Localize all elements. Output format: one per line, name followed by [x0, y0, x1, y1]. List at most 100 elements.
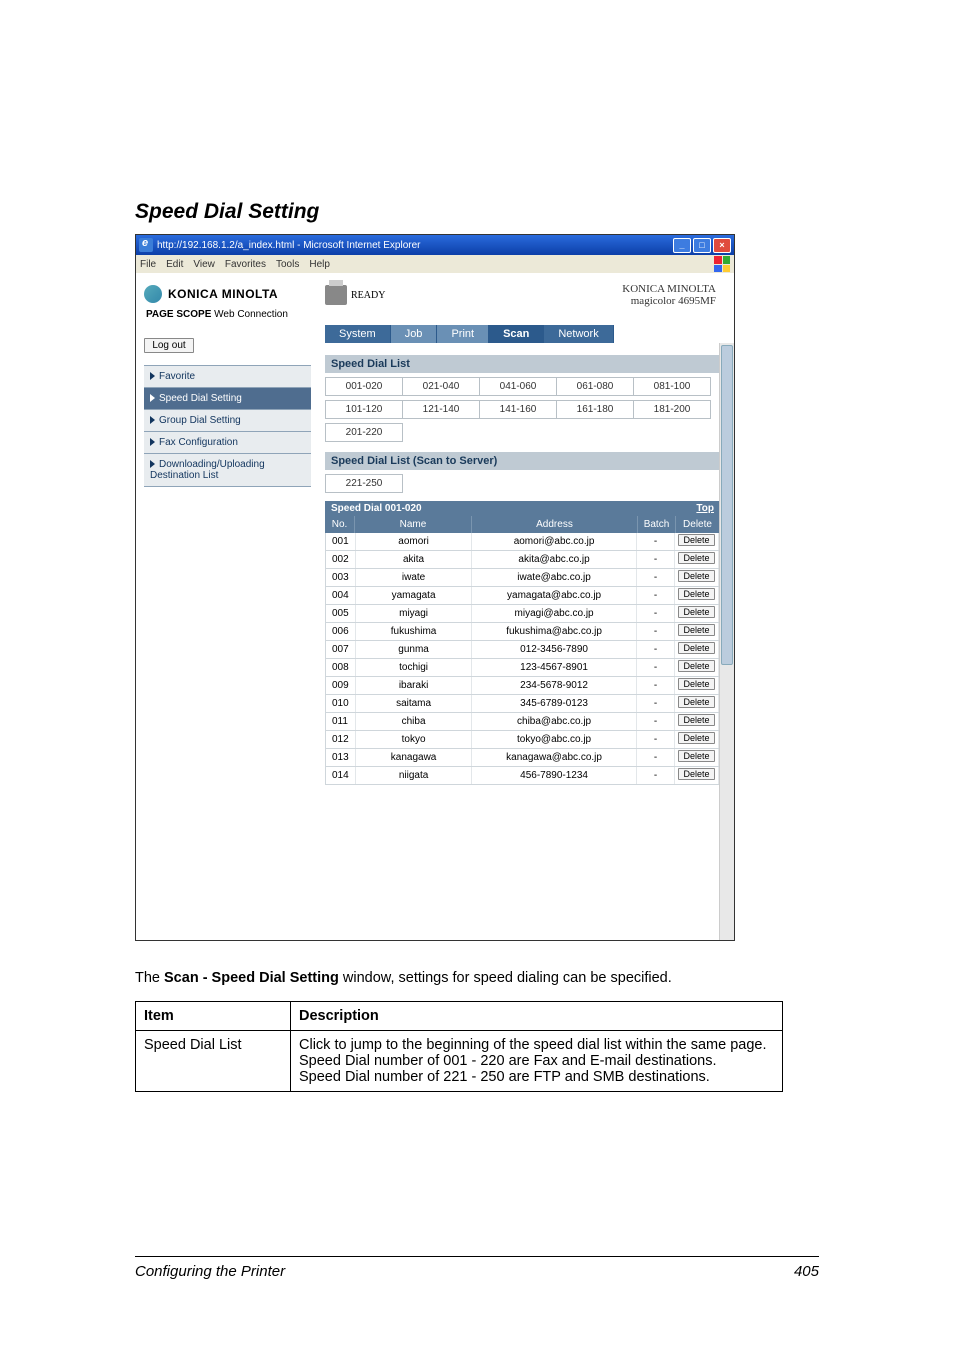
range-link[interactable]: 161-180 — [556, 400, 634, 419]
logout-button[interactable]: Log out — [144, 338, 194, 353]
range-link[interactable]: 141-160 — [479, 400, 557, 419]
range-row-1: 001-020 021-040 041-060 061-080 081-100 — [325, 377, 720, 396]
delete-button[interactable]: Delete — [678, 732, 714, 744]
delete-button[interactable]: Delete — [678, 642, 714, 654]
sidebar-item-speed-dial[interactable]: Speed Dial Setting — [144, 387, 311, 409]
delete-button[interactable]: Delete — [678, 660, 714, 672]
cell-delete: Delete — [675, 587, 719, 604]
window-titlebar: http://192.168.1.2/a_index.html - Micros… — [136, 235, 734, 255]
range-link[interactable]: 101-120 — [325, 400, 403, 419]
delete-button[interactable]: Delete — [678, 552, 714, 564]
delete-button[interactable]: Delete — [678, 678, 714, 690]
cell-batch: - — [637, 623, 675, 640]
tab-job[interactable]: Job — [391, 325, 438, 343]
cell-delete: Delete — [675, 767, 719, 784]
sidebar-label: Fax Configuration — [159, 437, 238, 448]
cell-no: 012 — [326, 731, 356, 748]
cell-name: ibaraki — [356, 677, 472, 694]
maximize-button[interactable]: □ — [693, 238, 711, 253]
range-link[interactable]: 081-100 — [633, 377, 711, 396]
delete-button[interactable]: Delete — [678, 714, 714, 726]
cell-name: miyagi — [356, 605, 472, 622]
table-row: 012tokyotokyo@abc.co.jp-Delete — [325, 731, 720, 749]
cell-name: iwate — [356, 569, 472, 586]
close-button[interactable]: × — [713, 238, 731, 253]
cell-delete: Delete — [675, 623, 719, 640]
brand-full: KONICA MINOLTA — [622, 283, 716, 295]
menubar: File Edit View Favorites Tools Help — [136, 255, 734, 273]
cell-no: 010 — [326, 695, 356, 712]
tab-scan[interactable]: Scan — [489, 325, 544, 343]
range-link[interactable]: 041-060 — [479, 377, 557, 396]
cell-delete: Delete — [675, 551, 719, 568]
table-row: 001aomoriaomori@abc.co.jp-Delete — [325, 533, 720, 551]
sidebar-item-fax-config[interactable]: Fax Configuration — [144, 431, 311, 453]
range-link[interactable]: 061-080 — [556, 377, 634, 396]
cell-item: Speed Dial List — [136, 1030, 291, 1091]
chevron-right-icon — [150, 372, 155, 380]
sidebar-item-download-upload[interactable]: Downloading/Uploading Destination List — [144, 453, 311, 487]
top-link[interactable]: Top — [696, 503, 714, 514]
th-description: Description — [291, 1001, 783, 1030]
menu-view[interactable]: View — [193, 259, 215, 270]
subbrand-text: Web Connection — [214, 309, 288, 320]
cell-no: 008 — [326, 659, 356, 676]
windows-logo-icon — [714, 256, 730, 272]
minimize-button[interactable]: _ — [673, 238, 691, 253]
delete-button[interactable]: Delete — [678, 696, 714, 708]
delete-button[interactable]: Delete — [678, 624, 714, 636]
delete-button[interactable]: Delete — [678, 606, 714, 618]
menu-help[interactable]: Help — [309, 259, 330, 270]
ie-icon — [139, 238, 153, 252]
cell-no: 003 — [326, 569, 356, 586]
delete-button[interactable]: Delete — [678, 534, 714, 546]
scrollbar[interactable] — [719, 343, 734, 940]
tab-print[interactable]: Print — [437, 325, 489, 343]
range-link[interactable]: 201-220 — [325, 423, 403, 442]
delete-button[interactable]: Delete — [678, 768, 714, 780]
caption-suffix: window, settings for speed dialing can b… — [339, 970, 672, 986]
tab-bar: System Job Print Scan Network — [325, 325, 726, 343]
menu-tools[interactable]: Tools — [276, 259, 299, 270]
cell-address: 012-3456-7890 — [472, 641, 637, 658]
range-link[interactable]: 121-140 — [402, 400, 480, 419]
cell-no: 009 — [326, 677, 356, 694]
sidebar-item-group-dial[interactable]: Group Dial Setting — [144, 409, 311, 431]
cell-batch: - — [637, 587, 675, 604]
window-title: http://192.168.1.2/a_index.html - Micros… — [157, 240, 420, 251]
page-heading: Speed Dial Setting — [135, 200, 819, 224]
menu-edit[interactable]: Edit — [166, 259, 183, 270]
range-link[interactable]: 181-200 — [633, 400, 711, 419]
sidebar-item-favorite[interactable]: Favorite — [144, 365, 311, 387]
table-header: No. Name Address Batch Delete — [325, 516, 720, 533]
range-link[interactable]: 221-250 — [325, 474, 403, 493]
range-link[interactable]: 001-020 — [325, 377, 403, 396]
cell-address: 456-7890-1234 — [472, 767, 637, 784]
cell-address: kanagawa@abc.co.jp — [472, 749, 637, 766]
delete-button[interactable]: Delete — [678, 570, 714, 582]
main-panel: READY KONICA MINOLTA magicolor 4695MF Sy… — [319, 273, 734, 940]
cell-no: 002 — [326, 551, 356, 568]
tab-network[interactable]: Network — [544, 325, 613, 343]
cell-delete: Delete — [675, 713, 719, 730]
menu-favorites[interactable]: Favorites — [225, 259, 266, 270]
tab-system[interactable]: System — [325, 325, 391, 343]
delete-button[interactable]: Delete — [678, 750, 714, 762]
scroll-thumb[interactable] — [721, 345, 733, 665]
chevron-right-icon — [150, 438, 155, 446]
model-name: magicolor 4695MF — [622, 295, 716, 307]
brand-logo-icon — [144, 285, 162, 303]
table-row: 003iwateiwate@abc.co.jp-Delete — [325, 569, 720, 587]
cell-address: 234-5678-9012 — [472, 677, 637, 694]
menu-file[interactable]: File — [140, 259, 156, 270]
cell-delete: Delete — [675, 605, 719, 622]
cell-no: 004 — [326, 587, 356, 604]
delete-button[interactable]: Delete — [678, 588, 714, 600]
range-link[interactable]: 021-040 — [402, 377, 480, 396]
table-row: 006fukushimafukushima@abc.co.jp-Delete — [325, 623, 720, 641]
cell-no: 001 — [326, 533, 356, 550]
cell-batch: - — [637, 731, 675, 748]
cell-delete: Delete — [675, 569, 719, 586]
chevron-right-icon — [150, 394, 155, 402]
cell-batch: - — [637, 767, 675, 784]
